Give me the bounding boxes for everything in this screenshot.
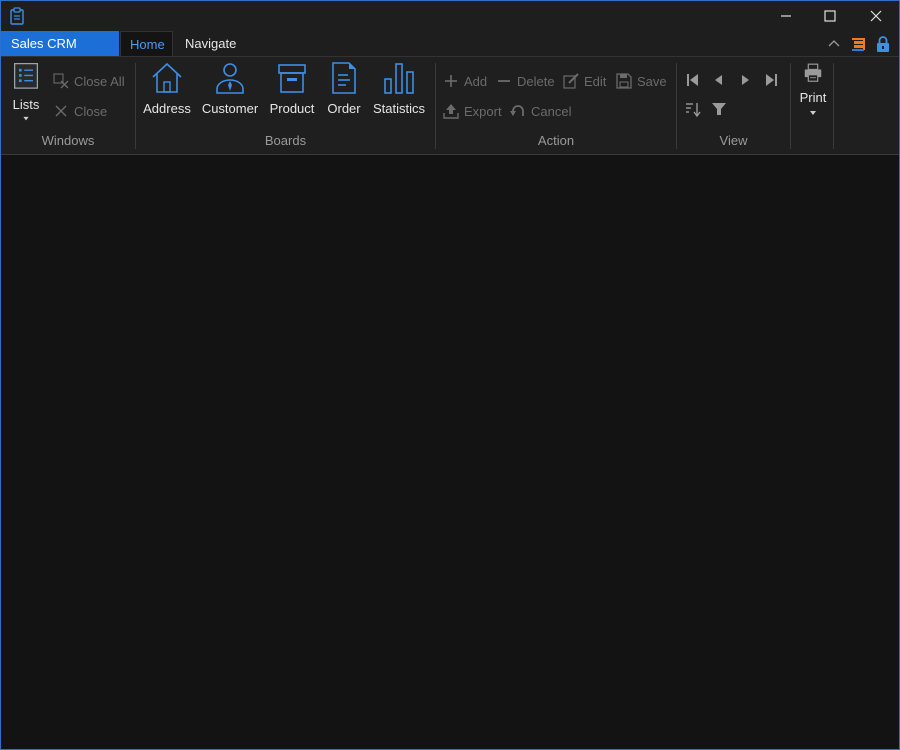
save-icon: [616, 73, 632, 89]
export-label: Export: [464, 103, 502, 119]
next-record-icon: [742, 75, 749, 85]
list-icon: [14, 63, 38, 89]
close-button[interactable]: Close: [53, 101, 107, 121]
first-record-button[interactable]: [685, 72, 703, 90]
plus-icon: [445, 75, 457, 87]
export-icon: [443, 104, 459, 119]
edit-icon: [563, 73, 579, 89]
close-x-icon: [55, 105, 67, 117]
close-icon: [870, 10, 882, 22]
first-record-icon: [687, 74, 698, 86]
order-button[interactable]: Order: [326, 61, 362, 121]
dropdown-arrow-icon: [23, 116, 29, 121]
action-group-label: Action: [537, 133, 575, 148]
product-box-icon: [278, 64, 306, 93]
app-window: Sales CRM Demo Home Navigate: [0, 0, 900, 750]
tab-home[interactable]: Home: [120, 31, 173, 56]
undo-icon: [510, 105, 524, 116]
add-label: Add: [464, 73, 488, 89]
export-button[interactable]: Export: [443, 101, 502, 121]
order-document-icon: [332, 62, 356, 94]
save-button[interactable]: Save: [616, 71, 667, 91]
home-icon: [152, 62, 182, 93]
statistics-button[interactable]: Statistics: [371, 61, 427, 121]
windows-group-label: Windows: [41, 133, 95, 148]
statistics-label: Statistics: [372, 101, 425, 116]
group-divider: [833, 63, 834, 149]
previous-record-button[interactable]: [711, 72, 729, 90]
customer-button[interactable]: Customer: [201, 61, 259, 121]
customer-icon: [216, 63, 244, 94]
print-button[interactable]: Print: [797, 63, 829, 123]
address-button[interactable]: Address: [142, 61, 192, 121]
delete-button[interactable]: Delete: [496, 71, 555, 91]
cancel-label: Cancel: [531, 103, 572, 119]
product-button[interactable]: Product: [269, 61, 315, 121]
address-label: Address: [143, 101, 191, 116]
add-button[interactable]: Add: [443, 71, 487, 91]
lists-label: Lists: [12, 96, 40, 112]
lists-button[interactable]: Lists: [9, 61, 43, 121]
view-group-label: View: [719, 133, 748, 148]
edit-label: Edit: [584, 73, 607, 89]
boards-group-label: Boards: [264, 133, 307, 148]
ribbon-tabs: Sales CRM Demo Home Navigate: [1, 31, 899, 76]
printer-icon: [804, 63, 822, 82]
previous-record-icon: [715, 75, 722, 85]
filter-icon: [712, 103, 726, 115]
order-label: Order: [327, 101, 361, 116]
sort-button[interactable]: [685, 101, 703, 119]
bar-chart-icon: [384, 63, 414, 94]
product-label: Product: [269, 101, 315, 116]
minimize-icon: [781, 15, 791, 17]
logo-icon[interactable]: [849, 35, 867, 53]
sort-icon: [686, 103, 701, 118]
close-label: Close: [74, 103, 108, 119]
last-record-button[interactable]: [763, 72, 781, 90]
next-record-button[interactable]: [737, 72, 755, 90]
clipboard-icon: [9, 7, 25, 25]
lock-icon[interactable]: [874, 35, 892, 53]
tab-navigate[interactable]: Navigate: [176, 31, 245, 56]
close-all-button[interactable]: Close All: [53, 71, 125, 91]
delete-label: Delete: [517, 73, 555, 89]
close-window-button[interactable]: [853, 1, 899, 31]
collapse-ribbon-icon[interactable]: [825, 35, 843, 53]
close-all-label: Close All: [74, 73, 125, 89]
print-label: Print: [799, 90, 827, 105]
close-all-icon: [53, 73, 69, 89]
main-content-area: [1, 156, 899, 749]
customer-label: Customer: [201, 101, 259, 116]
tab-app-menu[interactable]: Sales CRM Demo: [1, 31, 119, 76]
maximize-icon: [824, 10, 836, 22]
edit-button[interactable]: Edit: [563, 71, 606, 91]
minus-icon: [498, 80, 510, 82]
ribbon: Lists Close All Close Windows Address Cu…: [1, 56, 899, 155]
title-bar: [1, 1, 899, 31]
filter-button[interactable]: [711, 101, 729, 119]
save-label: Save: [637, 73, 667, 89]
maximize-button[interactable]: [807, 1, 853, 31]
last-record-icon: [766, 74, 777, 86]
cancel-button[interactable]: Cancel: [510, 101, 571, 121]
group-divider: [790, 63, 791, 149]
minimize-button[interactable]: [763, 1, 809, 31]
dropdown-arrow-icon: [810, 111, 816, 115]
